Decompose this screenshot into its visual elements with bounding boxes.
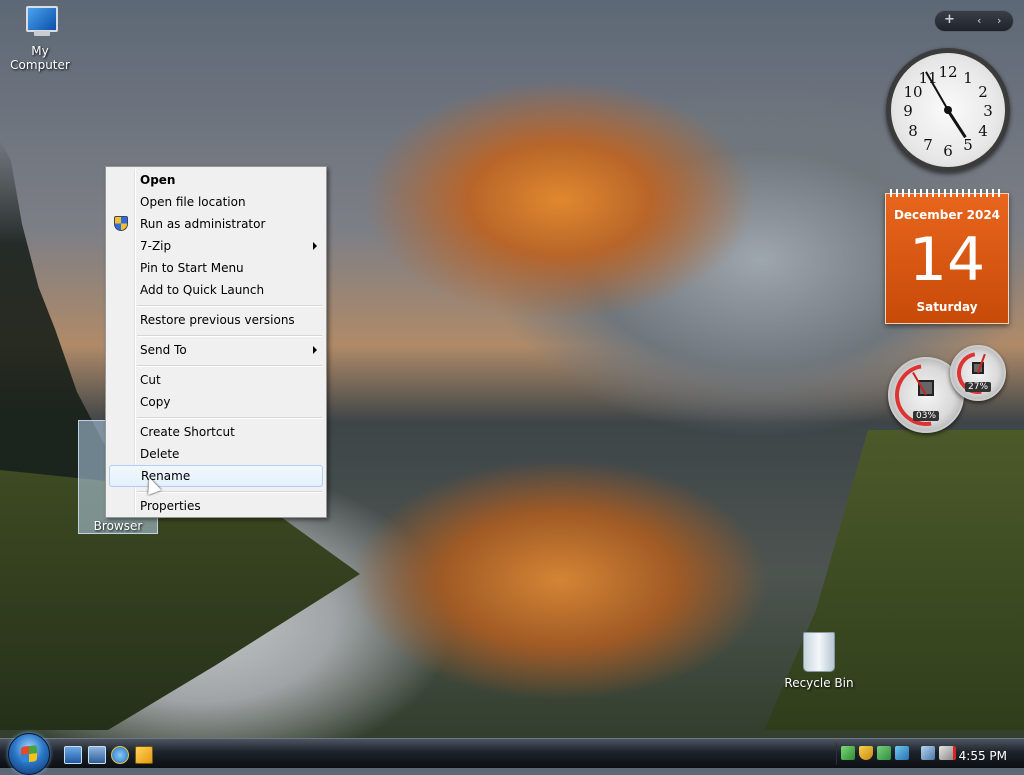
clock-number: 5 xyxy=(963,136,973,154)
calendar-month-year: December 2024 xyxy=(893,208,1001,222)
desktop-icon-label: Recycle Bin xyxy=(784,676,854,690)
menu-separator xyxy=(137,365,322,367)
clock-hub xyxy=(944,106,952,114)
system-tray: 4:55 PM xyxy=(836,743,1021,765)
calendar-weekday: Saturday xyxy=(916,300,978,314)
show-desktop-icon[interactable] xyxy=(64,746,82,764)
menu-item-label: Copy xyxy=(140,395,171,409)
gadget-prev-button[interactable]: ‹ xyxy=(977,14,981,27)
menu-item-open[interactable]: Open xyxy=(109,169,323,191)
menu-item-label: Add to Quick Launch xyxy=(140,283,265,297)
desktop-icon-recycle-bin[interactable]: Recycle Bin xyxy=(784,632,854,690)
desktop-icon-label: My Computer xyxy=(10,44,70,72)
menu-item-label: Open file location xyxy=(140,195,246,209)
menu-item-restore-previous-versions[interactable]: Restore previous versions xyxy=(109,309,323,331)
gadget-toolbar: + ‹ › xyxy=(934,10,1014,32)
safely-remove-icon[interactable] xyxy=(877,746,891,760)
menu-item-label: Restore previous versions xyxy=(140,313,295,327)
menu-item-label: Delete xyxy=(140,447,180,461)
internet-explorer-icon[interactable] xyxy=(111,746,129,764)
network-status-icon[interactable] xyxy=(841,746,855,760)
clock-number: 3 xyxy=(983,102,993,120)
media-player-icon[interactable] xyxy=(135,746,153,764)
menu-item-label: Run as administrator xyxy=(140,217,266,231)
menu-item-label: Open xyxy=(140,173,176,187)
windows-logo-icon xyxy=(21,745,37,763)
desktop-icon-my-computer[interactable]: My Computer xyxy=(2,4,78,72)
menu-separator xyxy=(137,305,322,307)
start-button[interactable] xyxy=(8,733,50,775)
context-menu: Open Open file location Run as administr… xyxy=(105,166,327,518)
menu-item-run-as-administrator[interactable]: Run as administrator xyxy=(109,213,323,235)
network-icon[interactable] xyxy=(921,746,935,760)
gadget-next-button[interactable]: › xyxy=(997,14,1001,27)
volume-muted-icon[interactable] xyxy=(939,746,956,760)
submenu-arrow-icon xyxy=(313,346,317,354)
security-shield-icon[interactable] xyxy=(859,746,873,760)
uac-shield-icon xyxy=(114,216,128,231)
recycle-bin-icon xyxy=(803,632,835,672)
menu-separator xyxy=(137,491,322,493)
menu-item-label: Create Shortcut xyxy=(140,425,235,439)
memory-percent: 27% xyxy=(964,382,992,392)
clock-number: 6 xyxy=(943,142,953,160)
menu-item-add-to-quick-launch[interactable]: Add to Quick Launch xyxy=(109,279,323,301)
menu-item-rename[interactable]: Rename xyxy=(109,465,323,487)
menu-item-7zip[interactable]: 7-Zip xyxy=(109,235,323,257)
clock-number: 12 xyxy=(938,63,958,81)
menu-item-open-file-location[interactable]: Open file location xyxy=(109,191,323,213)
menu-item-label: 7-Zip xyxy=(140,239,172,253)
menu-item-label: Pin to Start Menu xyxy=(140,261,244,275)
menu-item-copy[interactable]: Copy xyxy=(109,391,323,413)
menu-item-cut[interactable]: Cut xyxy=(109,369,323,391)
menu-item-properties[interactable]: Properties xyxy=(109,495,323,517)
clock-hour-hand xyxy=(946,109,967,139)
memory-meter-gadget[interactable]: 27% xyxy=(948,343,1008,403)
menu-item-label: Cut xyxy=(140,373,161,387)
clock-number: 7 xyxy=(923,136,933,154)
clock-number: 2 xyxy=(978,83,988,101)
taskbar-clock[interactable]: 4:55 PM xyxy=(959,749,1007,763)
menu-item-send-to[interactable]: Send To xyxy=(109,339,323,361)
add-gadget-button[interactable]: + xyxy=(944,12,955,27)
cpu-percent: 03% xyxy=(912,411,940,421)
menu-item-delete[interactable]: Delete xyxy=(109,443,323,465)
computer-icon xyxy=(20,4,60,40)
switch-windows-icon[interactable] xyxy=(88,746,106,764)
menu-item-label: Send To xyxy=(140,343,187,357)
calendar-day: 14 xyxy=(908,225,986,295)
menu-separator xyxy=(137,335,322,337)
update-icon[interactable] xyxy=(895,746,909,760)
submenu-arrow-icon xyxy=(313,242,317,250)
desktop-icon-label: Browser xyxy=(93,519,143,533)
calendar-gadget[interactable]: December 2024 14 Saturday xyxy=(885,189,1009,324)
menu-separator xyxy=(137,417,322,419)
menu-item-create-shortcut[interactable]: Create Shortcut xyxy=(109,421,323,443)
taskbar: 4:55 PM xyxy=(0,733,1024,775)
clock-number: 8 xyxy=(908,122,918,140)
menu-item-pin-to-start[interactable]: Pin to Start Menu xyxy=(109,257,323,279)
menu-item-label: Properties xyxy=(140,499,201,513)
calendar-rings xyxy=(890,189,1004,197)
clock-number: 9 xyxy=(903,102,913,120)
clock-gadget[interactable]: 12 1 2 3 4 5 6 7 8 9 10 11 xyxy=(886,48,1010,172)
